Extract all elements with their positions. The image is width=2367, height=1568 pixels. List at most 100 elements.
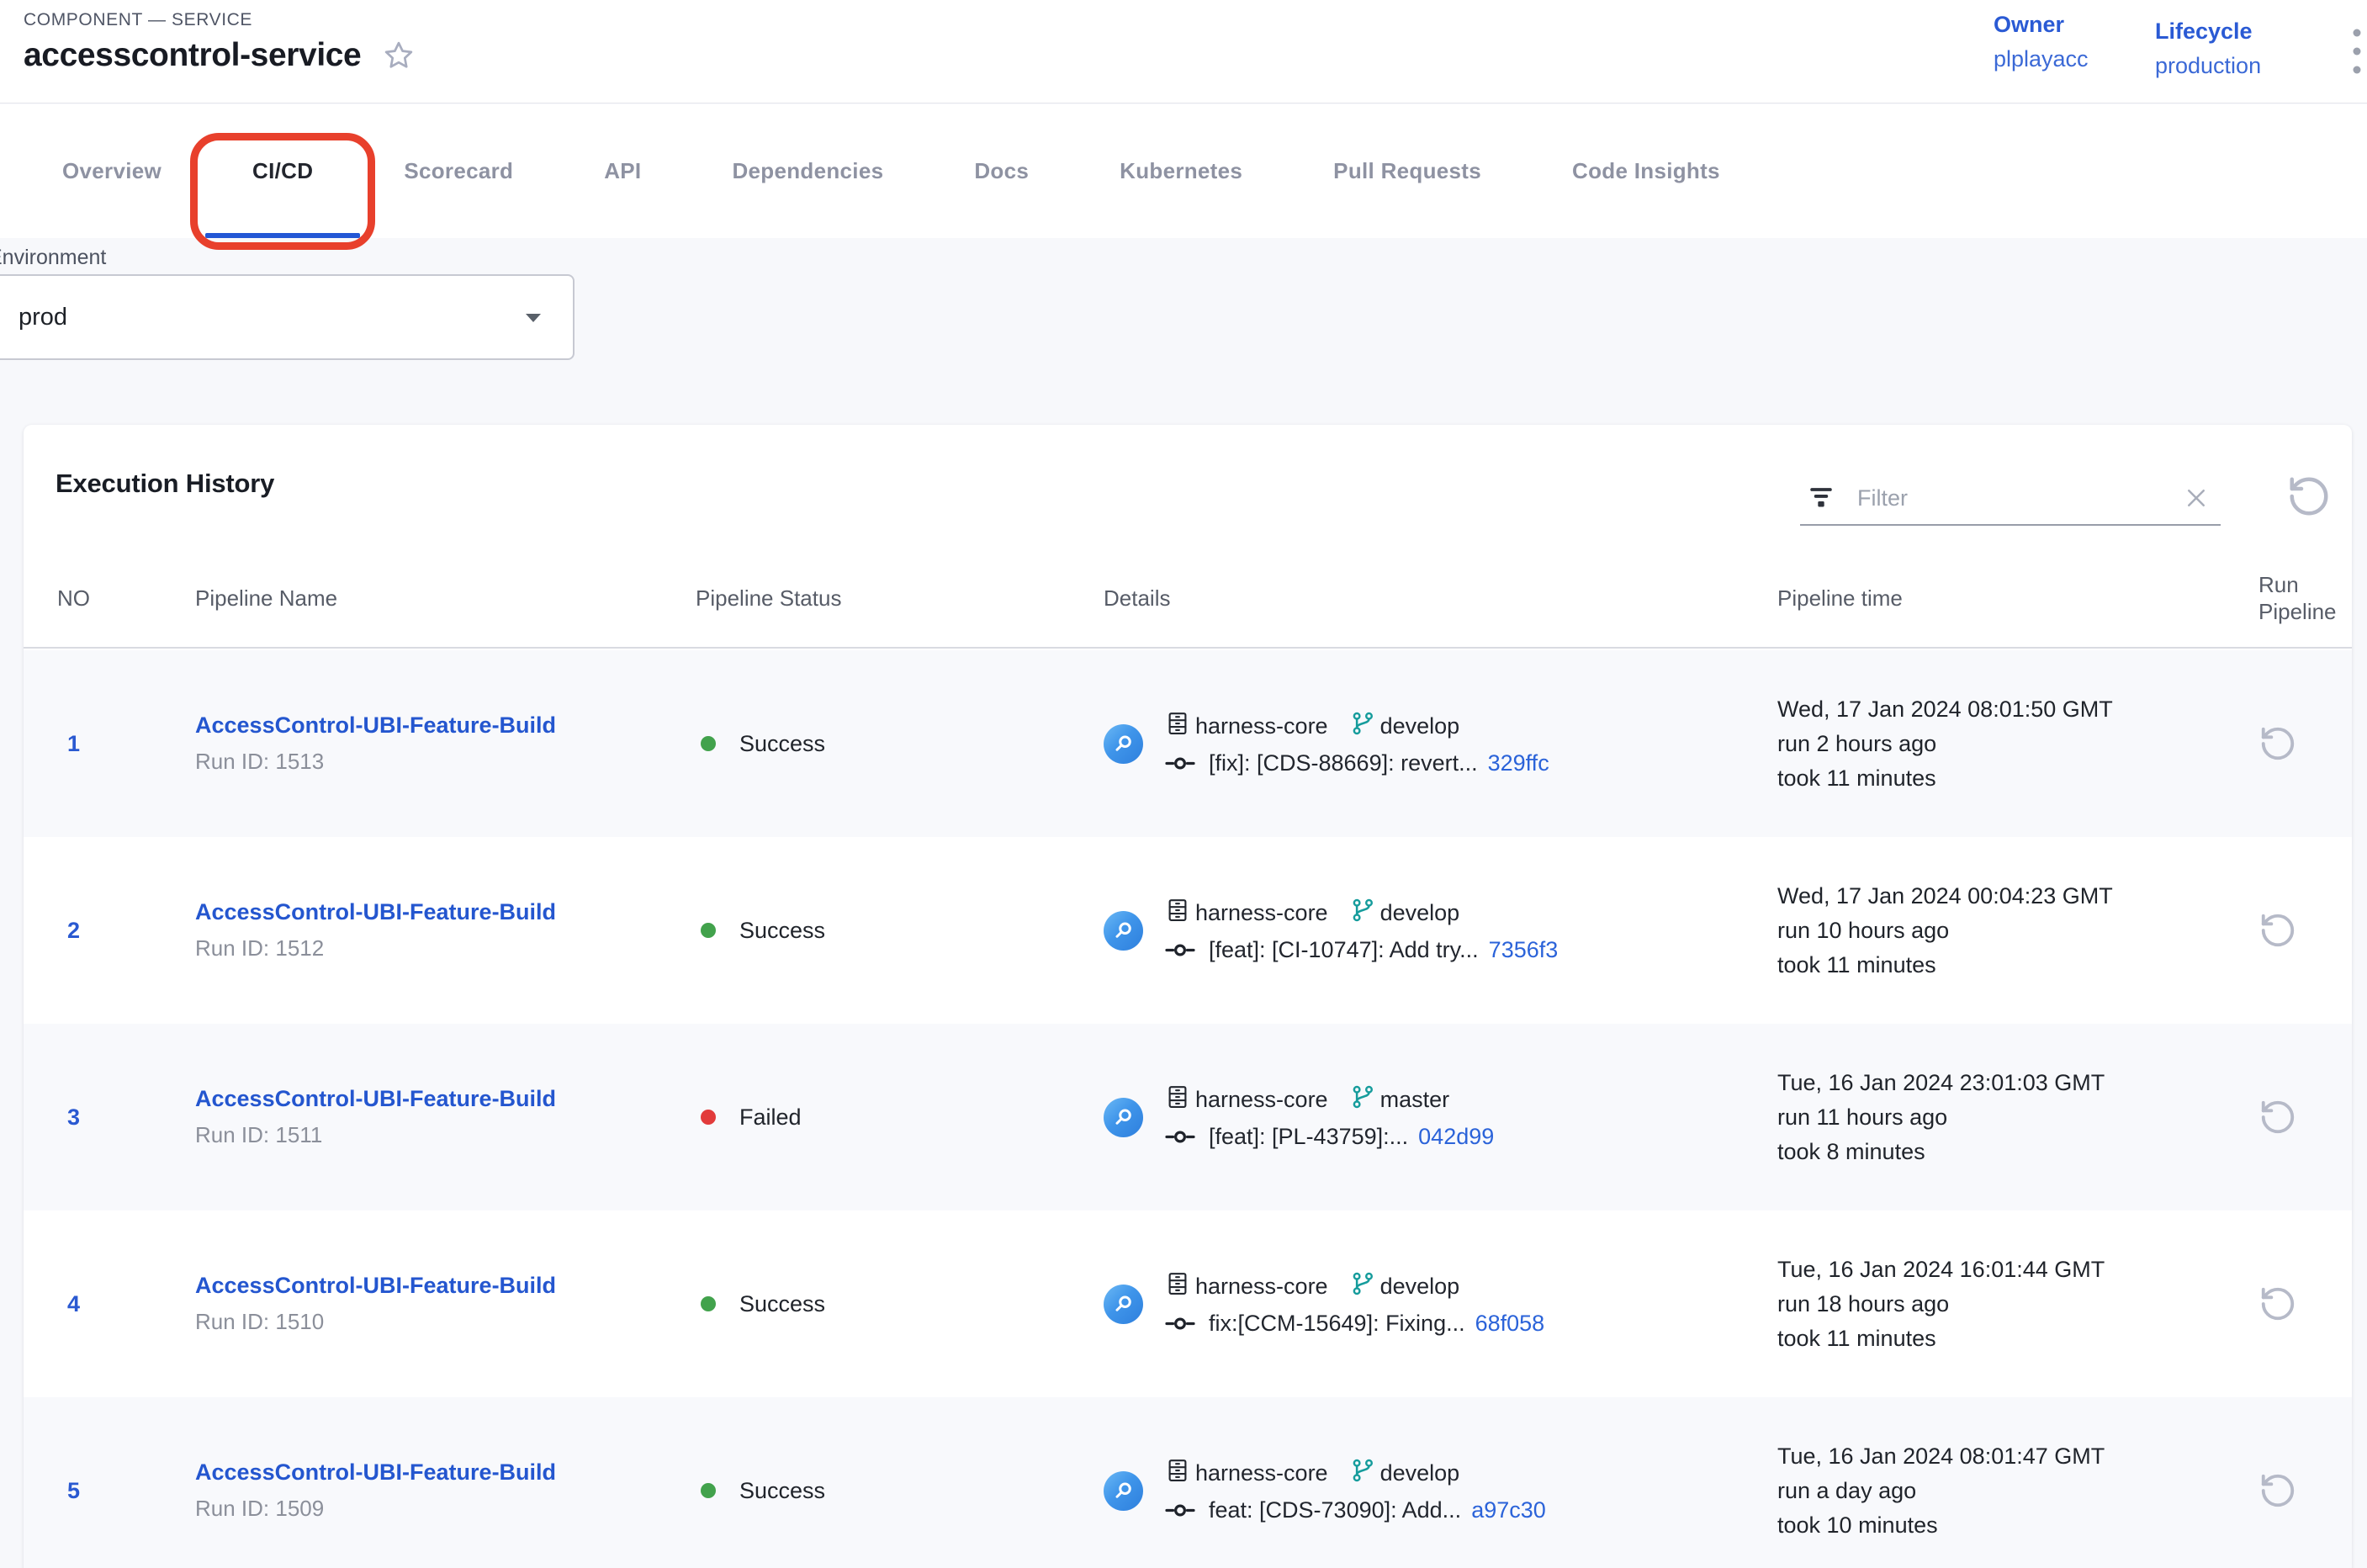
run-pipeline-icon[interactable]	[2258, 1285, 2297, 1323]
tab-label: Scorecard	[404, 158, 513, 184]
run-pipeline-icon[interactable]	[2258, 724, 2297, 763]
table-row: 2 AccessControl-UBI-Feature-Build Run ID…	[24, 837, 2352, 1024]
entity-kind-label: COMPONENT — SERVICE	[24, 10, 252, 30]
pipeline-duration: took 10 minutes	[1777, 1508, 2233, 1543]
branch-name: develop	[1380, 900, 1460, 926]
pipeline-timestamp: Tue, 16 Jan 2024 16:01:44 GMT	[1777, 1253, 2233, 1287]
tab-label: Overview	[62, 158, 162, 184]
status-text: Success	[739, 1478, 825, 1504]
repository-icon	[1165, 1458, 1190, 1489]
table-body: 1 AccessControl-UBI-Feature-Build Run ID…	[24, 650, 2352, 1568]
pipeline-run-ago: run a day ago	[1777, 1474, 2233, 1508]
tab-ci-cd[interactable]: CI/CD	[252, 104, 313, 238]
repository-name: harness-core	[1195, 900, 1328, 926]
page-title: accesscontrol-service	[24, 37, 361, 74]
git-branch-icon	[1350, 1271, 1375, 1302]
pipeline-timestamp: Wed, 17 Jan 2024 08:01:50 GMT	[1777, 692, 2233, 727]
tab-api[interactable]: API	[604, 104, 641, 238]
harness-pipeline-icon	[1104, 1098, 1143, 1137]
pipeline-duration: took 11 minutes	[1777, 948, 2233, 983]
tab-label: Dependencies	[732, 158, 883, 184]
run-id-label: Run ID: 1509	[195, 1496, 696, 1522]
run-pipeline-icon[interactable]	[2258, 1471, 2297, 1510]
pipeline-name-link[interactable]: AccessControl-UBI-Feature-Build	[195, 1273, 696, 1299]
repository-name: harness-core	[1195, 1460, 1328, 1486]
entity-tabs: Overview CI/CD Scorecard API Dependencies Doc…	[0, 104, 2367, 238]
component-service-page: COMPONENT — SERVICE accesscontrol-servic…	[0, 0, 2367, 1568]
pipeline-timestamp: Tue, 16 Jan 2024 08:01:47 GMT	[1777, 1439, 2233, 1474]
run-pipeline-icon[interactable]	[2258, 911, 2297, 950]
row-number-link[interactable]: 4	[24, 1291, 195, 1317]
filter-funnel-icon	[1807, 482, 1835, 515]
pipeline-name-link[interactable]: AccessControl-UBI-Feature-Build	[195, 899, 696, 925]
dropdown-caret-icon	[524, 311, 543, 328]
repository-name: harness-core	[1195, 713, 1328, 739]
tab-label: Kubernetes	[1120, 158, 1242, 184]
col-header-no: NO	[24, 585, 195, 612]
tab-scorecard[interactable]: Scorecard	[404, 104, 513, 238]
git-branch-icon	[1350, 711, 1375, 742]
owner-meta: Owner plplayacc	[1994, 12, 2089, 72]
status-dot	[701, 1483, 716, 1498]
commit-message: [fix]: [CDS-88669]: revert...	[1209, 750, 1478, 776]
col-header-name: Pipeline Name	[195, 585, 696, 612]
branch-name: develop	[1380, 713, 1460, 739]
favorite-star-icon[interactable]	[383, 40, 415, 72]
filter-input[interactable]	[1857, 485, 2184, 511]
git-branch-icon	[1350, 898, 1375, 929]
pipeline-run-ago: run 2 hours ago	[1777, 727, 2233, 761]
commit-hash-link[interactable]: 042d99	[1418, 1124, 1494, 1150]
filter-clear-icon[interactable]	[2184, 485, 2209, 511]
col-header-time: Pipeline time	[1777, 585, 2233, 612]
row-number-link[interactable]: 2	[24, 918, 195, 944]
tab-code-insights[interactable]: Code Insights	[1572, 104, 1720, 238]
commit-hash-link[interactable]: 68f058	[1475, 1311, 1545, 1337]
repository-icon	[1165, 1271, 1190, 1302]
repository-icon	[1165, 1084, 1190, 1115]
environment-select[interactable]: prod	[0, 274, 575, 360]
status-text: Success	[739, 731, 825, 757]
row-number-link[interactable]: 3	[24, 1104, 195, 1131]
harness-pipeline-icon	[1104, 724, 1143, 764]
pipeline-timestamp: Wed, 17 Jan 2024 00:04:23 GMT	[1777, 879, 2233, 914]
commit-hash-link[interactable]: a97c30	[1471, 1497, 1546, 1523]
tab-kubernetes[interactable]: Kubernetes	[1120, 104, 1242, 238]
more-options-kebab-icon[interactable]	[2340, 25, 2367, 79]
branch-name: develop	[1380, 1274, 1460, 1300]
row-number-link[interactable]: 5	[24, 1478, 195, 1504]
commit-message: feat: [CDS-73090]: Add...	[1209, 1497, 1461, 1523]
git-commit-icon	[1165, 1124, 1195, 1150]
table-header-row: NO Pipeline Name Pipeline Status Details…	[24, 549, 2352, 649]
tab-dependencies[interactable]: Dependencies	[732, 104, 883, 238]
pipeline-name-link[interactable]: AccessControl-UBI-Feature-Build	[195, 1086, 696, 1112]
tab-docs[interactable]: Docs	[974, 104, 1029, 238]
col-header-details: Details	[1104, 585, 1777, 612]
run-id-label: Run ID: 1511	[195, 1122, 696, 1148]
owner-link[interactable]: plplayacc	[1994, 46, 2089, 72]
commit-message: [feat]: [CI-10747]: Add try...	[1209, 937, 1479, 963]
run-id-label: Run ID: 1513	[195, 749, 696, 775]
harness-pipeline-icon	[1104, 911, 1143, 951]
col-header-run: Run Pipeline	[2233, 571, 2352, 625]
git-commit-icon	[1165, 750, 1195, 776]
repository-name: harness-core	[1195, 1087, 1328, 1113]
pipeline-name-link[interactable]: AccessControl-UBI-Feature-Build	[195, 712, 696, 739]
row-number-link[interactable]: 1	[24, 731, 195, 757]
git-commit-icon	[1165, 1311, 1195, 1337]
refresh-icon[interactable]	[2286, 474, 2332, 519]
git-commit-icon	[1165, 1497, 1195, 1523]
tab-pull-requests[interactable]: Pull Requests	[1333, 104, 1481, 238]
branch-name: develop	[1380, 1460, 1460, 1486]
tab-label: CI/CD	[252, 158, 313, 184]
table-row: 5 AccessControl-UBI-Feature-Build Run ID…	[24, 1397, 2352, 1568]
tab-label: API	[604, 158, 641, 184]
pipeline-name-link[interactable]: AccessControl-UBI-Feature-Build	[195, 1459, 696, 1486]
commit-hash-link[interactable]: 7356f3	[1489, 937, 1559, 963]
pipeline-timestamp: Tue, 16 Jan 2024 23:01:03 GMT	[1777, 1066, 2233, 1100]
run-pipeline-icon[interactable]	[2258, 1098, 2297, 1136]
commit-hash-link[interactable]: 329ffc	[1488, 750, 1549, 776]
environment-label: Environment	[0, 246, 106, 270]
git-branch-icon	[1350, 1084, 1375, 1115]
tab-overview[interactable]: Overview	[62, 104, 162, 238]
active-tab-underline	[205, 233, 360, 238]
